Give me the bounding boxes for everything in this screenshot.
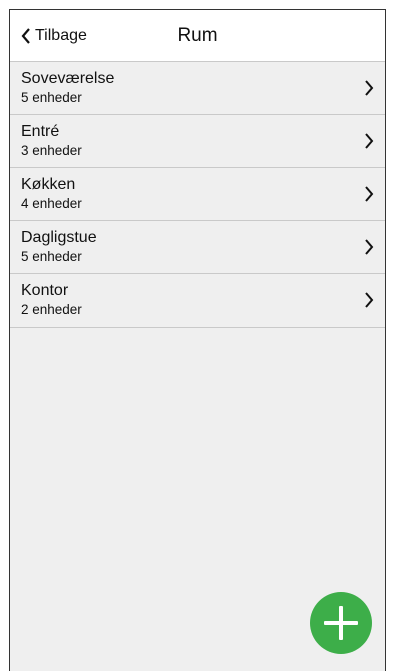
room-name: Kontor: [21, 282, 69, 299]
room-list: Soveværelse 5 enheder Entré 3 enheder Kø…: [10, 61, 385, 328]
room-name: Soveværelse: [21, 70, 115, 87]
room-row-kontor[interactable]: Kontor 2 enheder: [10, 273, 385, 328]
room-row-entre[interactable]: Entré 3 enheder: [10, 114, 385, 167]
chevron-right-icon: [365, 133, 374, 149]
room-device-count: 2 enheder: [21, 302, 82, 317]
room-name: Dagligstue: [21, 229, 97, 246]
room-device-count: 4 enheder: [21, 196, 82, 211]
room-row-dagligstue[interactable]: Dagligstue 5 enheder: [10, 220, 385, 273]
room-device-count: 3 enheder: [21, 143, 82, 158]
room-device-count: 5 enheder: [21, 249, 82, 264]
app-frame: Tilbage Rum Soveværelse 5 enheder Entré …: [9, 9, 386, 671]
room-device-count: 5 enheder: [21, 90, 82, 105]
room-row-sovevaerelse[interactable]: Soveværelse 5 enheder: [10, 61, 385, 114]
room-name: Entré: [21, 123, 60, 140]
room-name: Køkken: [21, 176, 76, 193]
add-room-button[interactable]: [310, 592, 372, 654]
chevron-right-icon: [365, 80, 374, 96]
chevron-right-icon: [365, 239, 374, 255]
header: Tilbage Rum: [10, 10, 385, 61]
chevron-right-icon: [365, 292, 374, 308]
room-row-kokken[interactable]: Køkken 4 enheder: [10, 167, 385, 220]
chevron-right-icon: [365, 186, 374, 202]
page-title: Rum: [177, 25, 218, 46]
